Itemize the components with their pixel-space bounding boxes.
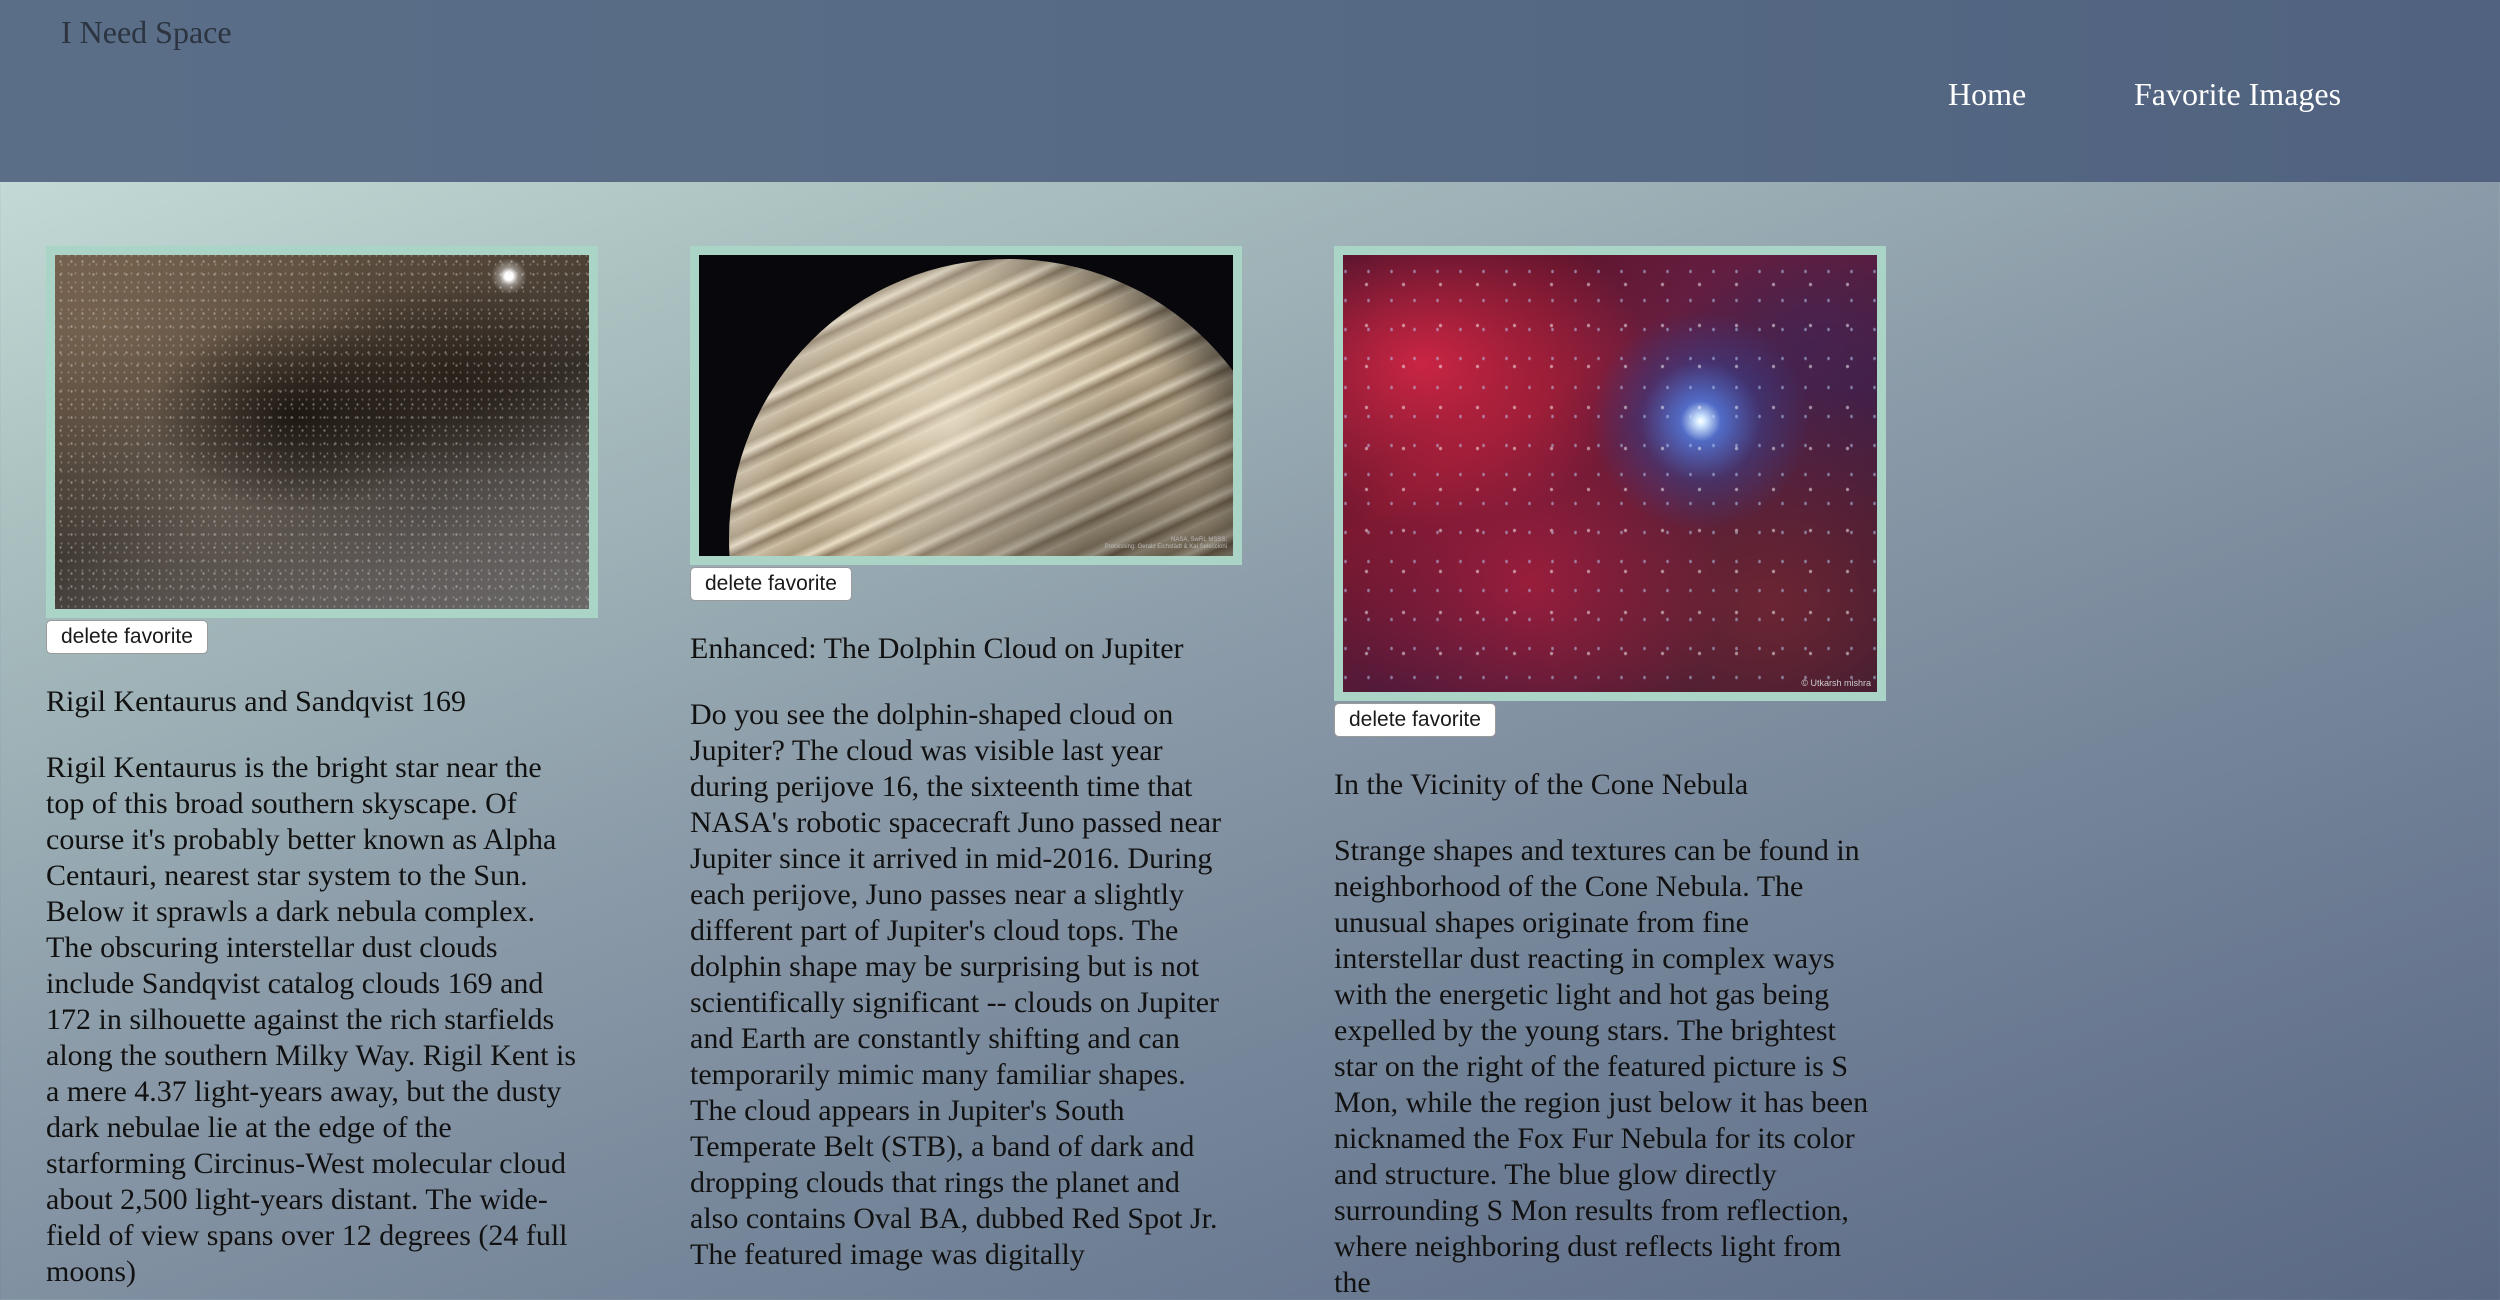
delete-favorite-button[interactable]: delete favorite bbox=[46, 620, 208, 654]
delete-favorite-button[interactable]: delete favorite bbox=[1334, 703, 1496, 737]
apod-image-cone-nebula[interactable]: © Utkarsh mishra bbox=[1343, 255, 1877, 692]
site-title: I Need Space bbox=[61, 14, 232, 50]
apod-image-rigil-kentaurus[interactable] bbox=[55, 255, 589, 609]
site-header: I Need Space Home Favorite Images bbox=[0, 0, 2500, 182]
delete-favorite-button[interactable]: delete favorite bbox=[690, 567, 852, 601]
apod-image-dolphin-cloud[interactable]: NASA, SwRI, MSSS; Processing: Gerald Eic… bbox=[699, 255, 1233, 556]
favorite-card-cone-nebula: © Utkarsh mishra delete favorite In the … bbox=[1334, 246, 1894, 1300]
image-frame: NASA, SwRI, MSSS; Processing: Gerald Eic… bbox=[690, 246, 1242, 565]
jupiter-shadow bbox=[729, 259, 1233, 556]
image-credit: © Utkarsh mishra bbox=[1801, 678, 1871, 688]
nav-home-link[interactable]: Home bbox=[1948, 76, 2026, 113]
nav-favorite-images-link[interactable]: Favorite Images bbox=[2134, 76, 2341, 113]
favorite-card-rigil-kentaurus: delete favorite Rigil Kentaurus and Sand… bbox=[46, 246, 606, 1290]
card-title: In the Vicinity of the Cone Nebula bbox=[1334, 768, 1749, 801]
image-credit: NASA, SwRI, MSSS; Processing: Gerald Eic… bbox=[1104, 537, 1227, 550]
card-description: Strange shapes and textures can be found… bbox=[1334, 834, 1869, 1299]
image-frame: © Utkarsh mishra bbox=[1334, 246, 1886, 701]
image-frame bbox=[46, 246, 598, 618]
card-title: Rigil Kentaurus and Sandqvist 169 bbox=[46, 685, 466, 718]
card-description: Rigil Kentaurus is the bright star near … bbox=[46, 751, 577, 1288]
card-description: Do you see the dolphin-shaped cloud on J… bbox=[690, 698, 1222, 1271]
card-title: Enhanced: The Dolphin Cloud on Jupiter bbox=[690, 632, 1184, 665]
favorite-card-dolphin-cloud: NASA, SwRI, MSSS; Processing: Gerald Eic… bbox=[690, 246, 1250, 1273]
